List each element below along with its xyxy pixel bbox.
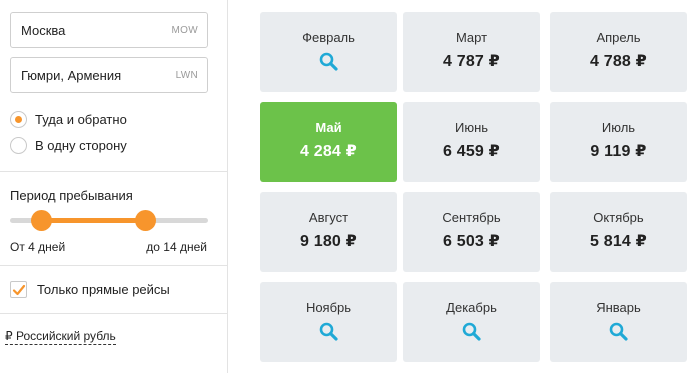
divider (0, 171, 228, 172)
direct-flights-label: Только прямые рейсы (37, 282, 170, 297)
destination-city: Гюмри, Армения (21, 68, 122, 83)
stay-max-handle[interactable] (134, 210, 156, 231)
stay-min-handle[interactable] (30, 210, 52, 231)
divider (0, 313, 228, 314)
month-cell[interactable]: Декабрь (403, 282, 540, 362)
month-name: Сентябрь (442, 210, 501, 225)
origin-code: MOW (171, 25, 198, 36)
stay-max-label: до 14 дней (146, 240, 207, 254)
destination-field[interactable]: Гюмри, Армения LWN (10, 57, 208, 93)
round-trip-label: Туда и обратно (35, 111, 127, 127)
month-price: 9 119 ₽ (590, 143, 647, 160)
month-cell[interactable]: Май 4 284 ₽ (260, 102, 397, 182)
month-name: Декабрь (446, 300, 497, 315)
month-name: Апрель (596, 30, 641, 45)
origin-field[interactable]: Москва MOW (10, 12, 208, 48)
month-cell[interactable]: Февраль (260, 12, 397, 92)
month-name: Ноябрь (305, 300, 352, 315)
one-way-radio[interactable] (10, 136, 27, 154)
month-name: Март (455, 30, 488, 45)
month-cell[interactable]: Сентябрь 6 503 ₽ (403, 192, 540, 272)
month-price: 4 284 ₽ (299, 143, 358, 160)
month-cell[interactable]: Март 4 787 ₽ (403, 12, 540, 92)
origin-city: Москва (21, 23, 66, 38)
month-name: Январь (596, 300, 641, 315)
stay-period-range-fill (41, 218, 146, 223)
month-cell[interactable]: Август 9 180 ₽ (260, 192, 397, 272)
round-trip-radio[interactable] (10, 110, 27, 128)
month-price: 4 788 ₽ (589, 53, 648, 70)
month-name: Июнь (454, 120, 489, 135)
search-icon[interactable] (462, 322, 481, 341)
month-cell[interactable]: Июль 9 119 ₽ (550, 102, 687, 182)
month-price: 9 180 ₽ (299, 233, 358, 250)
month-cell[interactable]: Октябрь 5 814 ₽ (550, 192, 687, 272)
search-icon[interactable] (319, 52, 338, 71)
month-name: Февраль (302, 30, 355, 45)
stay-min-label: От 4 дней (10, 240, 66, 254)
direct-flights-checkbox[interactable] (10, 281, 27, 298)
month-price: 4 787 ₽ (442, 53, 501, 70)
one-way-label: В одну сторону (35, 137, 127, 153)
search-icon[interactable] (319, 322, 338, 341)
stay-period-title: Период пребывания (10, 188, 133, 203)
month-name: Июль (601, 120, 636, 135)
month-price: 5 814 ₽ (589, 233, 648, 250)
month-name: Октябрь (593, 210, 644, 225)
month-name: Май (315, 120, 342, 135)
checkmark-icon (12, 284, 26, 296)
destination-code: LWN (175, 70, 198, 81)
month-price: 6 459 ₽ (442, 143, 501, 160)
currency-selector[interactable]: ₽ Российский рубль (5, 329, 116, 345)
month-cell[interactable]: Ноябрь (260, 282, 397, 362)
divider (0, 265, 228, 266)
direct-flights-option[interactable]: Только прямые рейсы (10, 281, 170, 298)
month-cell[interactable]: Январь (550, 282, 687, 362)
round-trip-option[interactable]: Туда и обратно (10, 110, 127, 128)
month-cell[interactable]: Апрель 4 788 ₽ (550, 12, 687, 92)
month-price: 6 503 ₽ (442, 233, 501, 250)
month-cell[interactable]: Июнь 6 459 ₽ (403, 102, 540, 182)
filters-sidebar: Москва MOW Гюмри, Армения LWN Туда и обр… (0, 0, 228, 373)
one-way-option[interactable]: В одну сторону (10, 136, 127, 154)
month-name: Август (308, 210, 349, 225)
search-icon[interactable] (609, 322, 628, 341)
